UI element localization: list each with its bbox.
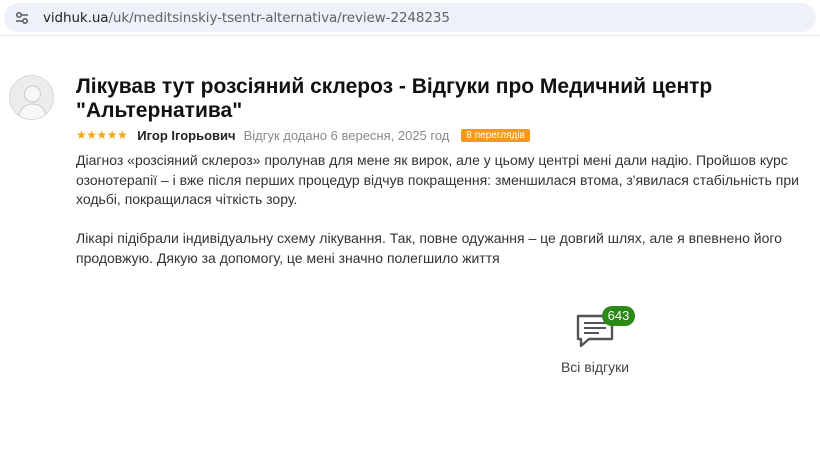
review-author[interactable]: Игор Ігорьович: [137, 128, 235, 143]
rating-stars: ★★★★★: [76, 128, 128, 142]
tune-icon[interactable]: [14, 10, 30, 26]
all-reviews-label: Всі відгуки: [560, 359, 630, 375]
user-avatar-icon: [9, 75, 54, 120]
review-paragraph: Лікарі підібрали індивідуальну схему лік…: [76, 230, 782, 266]
all-reviews-link[interactable]: 643 Всі відгуки: [545, 305, 645, 383]
browser-address-bar: vidhuk.ua/uk/meditsinskiy-tsentr-alterna…: [0, 0, 820, 36]
reviews-count-badge: 643: [602, 306, 635, 326]
url-field[interactable]: vidhuk.ua/uk/meditsinskiy-tsentr-alterna…: [4, 3, 816, 32]
review-title: Лікував тут розсіяний склероз - Відгуки …: [76, 75, 713, 122]
review-body: Діагноз «розсіяний склероз» пролунав для…: [76, 151, 816, 288]
views-badge: 8 переглядів: [461, 128, 530, 142]
url-host: vidhuk.ua: [43, 10, 109, 26]
review-paragraph: Діагноз «розсіяний склероз» пролунав для…: [76, 152, 799, 207]
review-date: Відгук додано 6 вересня, 2025 год: [243, 127, 450, 143]
url-path: /uk/meditsinskiy-tsentr-alternativa/revi…: [108, 10, 450, 26]
review-meta: ★★★★★ Игор Ігорьович Відгук додано 6 вер…: [76, 127, 530, 143]
url-text[interactable]: vidhuk.ua/uk/meditsinskiy-tsentr-alterna…: [43, 10, 450, 26]
